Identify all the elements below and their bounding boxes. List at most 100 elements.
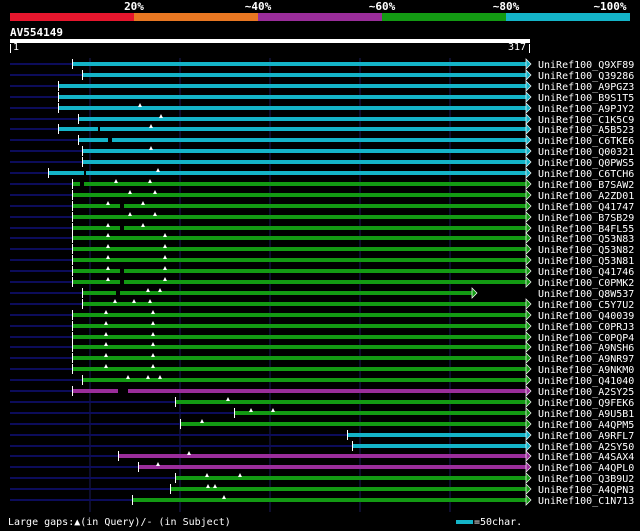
query-gap-marker xyxy=(187,451,191,455)
query-gap-marker xyxy=(104,364,108,368)
hit-end-arrow xyxy=(525,178,532,190)
query-gap-marker xyxy=(159,114,163,118)
query-gap-marker xyxy=(238,473,242,477)
subject-gap xyxy=(108,138,112,142)
hit-name-label: UniRef100_Q41040 xyxy=(538,376,634,387)
hit-end-arrow xyxy=(525,123,532,135)
hit-end-arrow xyxy=(471,287,478,299)
hit-bar xyxy=(72,258,526,262)
hit-bar xyxy=(72,182,526,186)
hit-name-label: UniRef100_A4SAX4 xyxy=(538,452,634,463)
query-gap-marker xyxy=(128,212,132,216)
hit-bar xyxy=(72,269,526,273)
hit-name-label: UniRef100_B9S1T5 xyxy=(538,93,634,104)
hit-end-arrow xyxy=(525,352,532,364)
query-gap-marker xyxy=(149,124,153,128)
query-gap-marker xyxy=(113,299,117,303)
hit-name-label: UniRef100_Q8W537 xyxy=(538,289,634,300)
query-gap-marker xyxy=(114,179,118,183)
subject-gap xyxy=(120,280,124,284)
scale-label: =50char. xyxy=(474,517,523,528)
hit-name-label: UniRef100_Q41747 xyxy=(538,202,634,213)
hit-end-arrow xyxy=(525,440,532,452)
query-gap-marker xyxy=(148,299,152,303)
hit-end-arrow xyxy=(525,461,532,473)
hit-name-label: UniRef100_A9RFL7 xyxy=(538,431,634,442)
hit-end-arrow xyxy=(525,385,532,397)
hit-end-arrow xyxy=(525,113,532,125)
hit-name-label: UniRef100_Q9FEK6 xyxy=(538,398,634,409)
hit-end-arrow xyxy=(525,276,532,288)
hit-end-arrow xyxy=(525,80,532,92)
hit-bar xyxy=(72,335,526,339)
query-gap-marker xyxy=(106,277,110,281)
query-gap-marker xyxy=(104,332,108,336)
hit-bar xyxy=(82,149,526,153)
hit-name-label: UniRef100_A9PJY2 xyxy=(538,104,634,115)
hit-end-arrow xyxy=(525,450,532,462)
hit-bar xyxy=(138,465,526,469)
hit-name-label: UniRef100_A9NSH6 xyxy=(538,343,634,354)
query-gap-marker xyxy=(151,353,155,357)
hit-end-arrow xyxy=(525,320,532,332)
hit-bar xyxy=(72,324,526,328)
hit-bar xyxy=(72,389,526,393)
hit-name-label: UniRef100_Q9XF89 xyxy=(538,60,634,71)
hit-name-label: UniRef100_A2ZD01 xyxy=(538,191,634,202)
scale-swatch xyxy=(456,520,473,524)
hit-end-arrow xyxy=(525,363,532,375)
hit-bar xyxy=(72,345,526,349)
hit-end-arrow xyxy=(525,200,532,212)
subject-gap xyxy=(120,204,124,208)
query-gap-marker xyxy=(149,146,153,150)
hit-bar xyxy=(72,236,526,240)
hit-end-arrow xyxy=(525,102,532,114)
query-gap-marker xyxy=(206,484,210,488)
hit-name-label: UniRef100_A9NKM0 xyxy=(538,365,634,376)
query-gap-marker xyxy=(106,255,110,259)
subject-gap xyxy=(98,127,100,131)
hit-bar xyxy=(72,215,526,219)
query-gap-marker xyxy=(151,342,155,346)
hit-end-arrow xyxy=(525,254,532,266)
query-gap-marker xyxy=(104,310,108,314)
hit-end-arrow xyxy=(525,494,532,506)
hit-end-arrow xyxy=(525,407,532,419)
query-gap-marker xyxy=(151,332,155,336)
hit-end-arrow xyxy=(525,211,532,223)
query-gap-marker xyxy=(151,321,155,325)
hit-bar xyxy=(72,62,526,66)
query-gap-marker xyxy=(128,190,132,194)
query-gap-marker xyxy=(226,397,230,401)
subject-gap xyxy=(118,389,128,393)
query-gap-marker xyxy=(163,233,167,237)
hit-end-arrow xyxy=(525,243,532,255)
hit-end-arrow xyxy=(525,91,532,103)
subject-gap xyxy=(80,182,84,186)
hit-name-label: UniRef100_Q3B9U2 xyxy=(538,474,634,485)
hit-name-label: UniRef100_C1N713 xyxy=(538,496,634,507)
hit-name-label: UniRef100_B7SB29 xyxy=(538,213,634,224)
query-gap-marker xyxy=(156,168,160,172)
gap-legend: Large gaps:▲(in Query)/- (in Subject) xyxy=(8,517,231,528)
query-gap-marker xyxy=(205,473,209,477)
hit-end-arrow xyxy=(525,472,532,484)
hit-bar xyxy=(82,291,472,295)
query-gap-marker xyxy=(106,244,110,248)
hit-end-arrow xyxy=(525,429,532,441)
hit-end-arrow xyxy=(525,145,532,157)
hit-name-label: UniRef100_Q00321 xyxy=(538,147,634,158)
hit-end-arrow xyxy=(525,156,532,168)
hit-end-arrow xyxy=(525,69,532,81)
query-gap-marker xyxy=(249,408,253,412)
hit-bar xyxy=(82,73,526,77)
hit-bar xyxy=(347,433,526,437)
hit-name-label: UniRef100_Q41746 xyxy=(538,267,634,278)
hit-bar xyxy=(72,367,526,371)
query-gap-marker xyxy=(163,244,167,248)
query-gap-marker xyxy=(151,310,155,314)
hit-name-label: UniRef100_Q53N82 xyxy=(538,245,634,256)
hit-end-arrow xyxy=(525,265,532,277)
hit-bar xyxy=(72,247,526,251)
query-gap-marker xyxy=(141,223,145,227)
